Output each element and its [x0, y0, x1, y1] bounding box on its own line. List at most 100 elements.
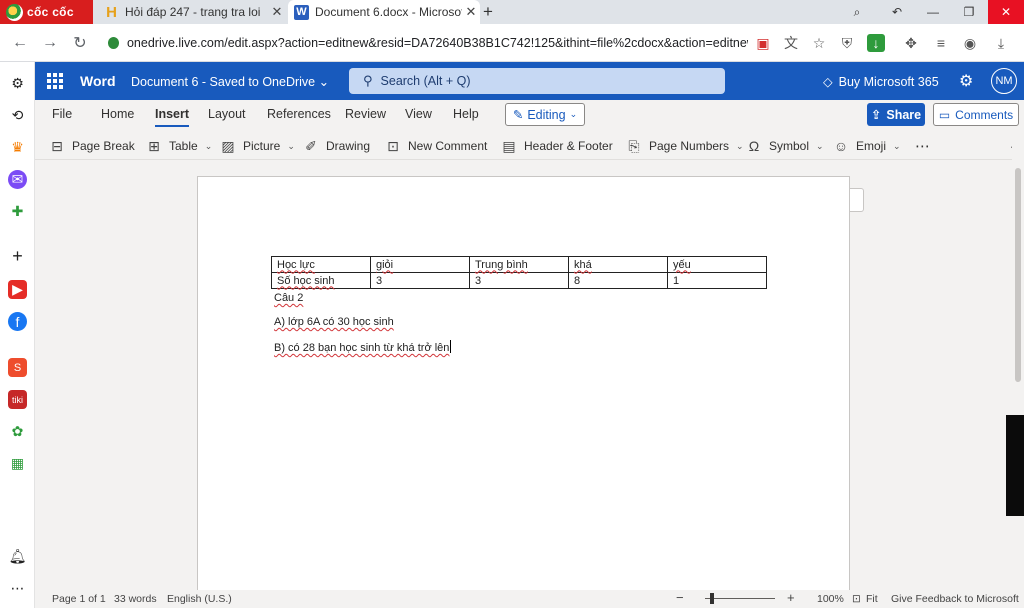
table-cell[interactable]: yếu [667, 256, 767, 273]
youtube-icon[interactable]: ▶ [8, 280, 27, 299]
app-launcher-icon[interactable] [47, 73, 63, 89]
store-icon[interactable]: ▦ [8, 454, 27, 473]
share-button[interactable]: ⇪ Share [867, 103, 925, 126]
restore-icon[interactable]: ❐ [952, 0, 986, 24]
command-label: Drawing [326, 139, 371, 153]
url-field[interactable]: onedrive.live.com/edit.aspx?action=editn… [98, 30, 748, 56]
table-cell[interactable]: Số học sinh [271, 272, 371, 289]
page-side-tab[interactable] [850, 188, 864, 212]
browser-tab-document[interactable]: W Document 6.docx - Microsoft ✕ [288, 0, 480, 24]
tab-help[interactable]: Help [453, 107, 479, 121]
page-numbers-button[interactable]: ⎘ Page Numbers ⌄ [626, 136, 743, 156]
camera-blocked-icon[interactable]: ▣ [754, 34, 772, 52]
word-settings-gear-icon[interactable]: ⚙ [959, 71, 973, 91]
page-count[interactable]: Page 1 of 1 [52, 593, 106, 605]
new-comment-button[interactable]: ⊡ New Comment [385, 136, 487, 156]
word-app-name[interactable]: Word [80, 73, 116, 89]
reload-icon[interactable]: ↻ [70, 33, 90, 53]
emoji-button[interactable]: ☺ Emoji ⌄ [833, 136, 901, 156]
tab-home[interactable]: Home [101, 107, 134, 121]
table-cell[interactable]: 3 [370, 272, 470, 289]
share-icon: ⇪ [870, 108, 882, 122]
fit-button[interactable]: Fit [866, 593, 878, 605]
tab-file[interactable]: File [52, 107, 72, 121]
tab-layout[interactable]: Layout [208, 107, 246, 121]
browser-tab-hoidap[interactable]: H Hỏi đáp 247 - trang tra loi ✕ [98, 0, 286, 24]
tab-references[interactable]: References [267, 107, 331, 121]
zoom-level[interactable]: 100% [817, 593, 844, 605]
more-options-icon[interactable]: ⋯ [8, 579, 27, 598]
notification-bell-icon[interactable]: 🔔︎ [8, 547, 27, 566]
reading-list-icon[interactable]: ≡ [932, 34, 950, 52]
zoom-slider[interactable] [705, 598, 775, 599]
page-break-button[interactable]: ⊟ Page Break [49, 136, 135, 156]
extensions-puzzle-icon[interactable]: ✥ [902, 34, 920, 52]
zoom-in-icon[interactable]: + [787, 590, 795, 605]
paragraph[interactable]: B) có 28 bạn học sinh từ khá trở lên [274, 340, 452, 354]
drawing-button[interactable]: ✐ Drawing [303, 136, 370, 156]
new-tab-icon[interactable]: + [483, 2, 493, 22]
tiki-icon[interactable]: tiki [8, 390, 27, 409]
facebook-icon[interactable]: f [8, 312, 27, 331]
table-cell[interactable]: 3 [469, 272, 569, 289]
comment-icon: ▭ [938, 107, 951, 122]
vertical-scrollbar[interactable] [1012, 146, 1024, 590]
history-icon[interactable]: ⟲ [8, 106, 27, 125]
tab-review[interactable]: Review [345, 107, 386, 121]
zoom-slider-knob[interactable] [710, 593, 714, 604]
add-sidebar-app-icon[interactable]: + [8, 246, 27, 266]
search-box[interactable]: ⚲ Search (Alt + Q) [349, 68, 725, 94]
crown-icon[interactable]: ♛ [8, 138, 27, 157]
settings-gear-icon[interactable]: ⚙ [8, 74, 27, 93]
pencil-icon: ✎ [512, 108, 524, 122]
zoom-out-icon[interactable]: − [676, 590, 684, 605]
tab-view[interactable]: View [405, 107, 432, 121]
user-avatar[interactable]: NM [991, 68, 1017, 94]
back-icon[interactable]: ← [10, 33, 30, 53]
scrollbar-thumb[interactable] [1015, 168, 1021, 382]
close-window-icon[interactable]: ✕ [988, 0, 1024, 24]
table-cell[interactable]: 8 [568, 272, 668, 289]
table-cell[interactable]: Trung bình [469, 256, 569, 273]
document-page[interactable]: Học lực giỏi Trung bình khá yếu Số học s… [197, 176, 850, 590]
coccoc-brand[interactable]: cốc cốc [0, 0, 93, 24]
game-controller-icon[interactable]: ✚ [8, 202, 27, 221]
undo-tab-icon[interactable]: ↶ [880, 0, 914, 24]
translate-icon[interactable]: 文 [782, 34, 800, 52]
grade-table[interactable]: Học lực giỏi Trung bình khá yếu Số học s… [271, 256, 767, 289]
minimize-icon[interactable]: — [916, 0, 950, 24]
language[interactable]: English (U.S.) [167, 593, 232, 605]
tab-search-icon[interactable]: ⌕ [840, 0, 874, 24]
downloads-icon[interactable]: ⤓ [992, 34, 1010, 52]
word-count[interactable]: 33 words [114, 593, 157, 605]
close-tab-icon[interactable]: ✕ [268, 4, 286, 20]
maps-pin-icon[interactable]: ✿ [8, 422, 27, 441]
cell-text: khá [574, 258, 592, 271]
picture-button[interactable]: ▨ Picture ⌄ [220, 136, 295, 156]
table-cell[interactable]: giỏi [370, 256, 470, 273]
feedback-link[interactable]: Give Feedback to Microsoft [891, 593, 1019, 605]
shopee-icon[interactable]: S [8, 358, 27, 377]
close-tab-icon[interactable]: ✕ [462, 4, 480, 20]
messenger-icon[interactable]: ✉ [8, 170, 27, 189]
download-extension-icon[interactable]: ↓ [867, 34, 885, 52]
paragraph[interactable]: Câu 2 [274, 292, 303, 304]
table-button[interactable]: ⊞ Table ⌄ [146, 136, 212, 156]
profile-icon[interactable]: ◉ [961, 34, 979, 52]
forward-icon[interactable]: → [40, 33, 60, 53]
comments-button[interactable]: ▭ Comments [933, 103, 1019, 126]
bookmark-star-icon[interactable]: ☆ [810, 34, 828, 52]
tab-insert[interactable]: Insert [155, 107, 190, 127]
more-commands-icon[interactable]: ⋯ [915, 136, 930, 156]
table-cell[interactable]: khá [568, 256, 668, 273]
symbol-button[interactable]: Ω Symbol ⌄ [746, 136, 824, 156]
shield-icon[interactable]: ⛨ [838, 34, 856, 52]
header-footer-button[interactable]: ▤ Header & Footer [501, 136, 612, 156]
editing-mode-dropdown[interactable]: ✎ Editing ⌄ [505, 103, 585, 126]
table-cell[interactable]: 1 [667, 272, 767, 289]
paragraph[interactable]: A) lớp 6A có 30 học sinh [274, 316, 394, 328]
table-cell[interactable]: Học lực [271, 256, 371, 273]
buy-microsoft-365-button[interactable]: ◇ Buy Microsoft 365 [823, 74, 939, 90]
document-title[interactable]: Document 6 - Saved to OneDrive ⌄ [131, 74, 329, 89]
search-icon: ⚲ [363, 73, 373, 88]
